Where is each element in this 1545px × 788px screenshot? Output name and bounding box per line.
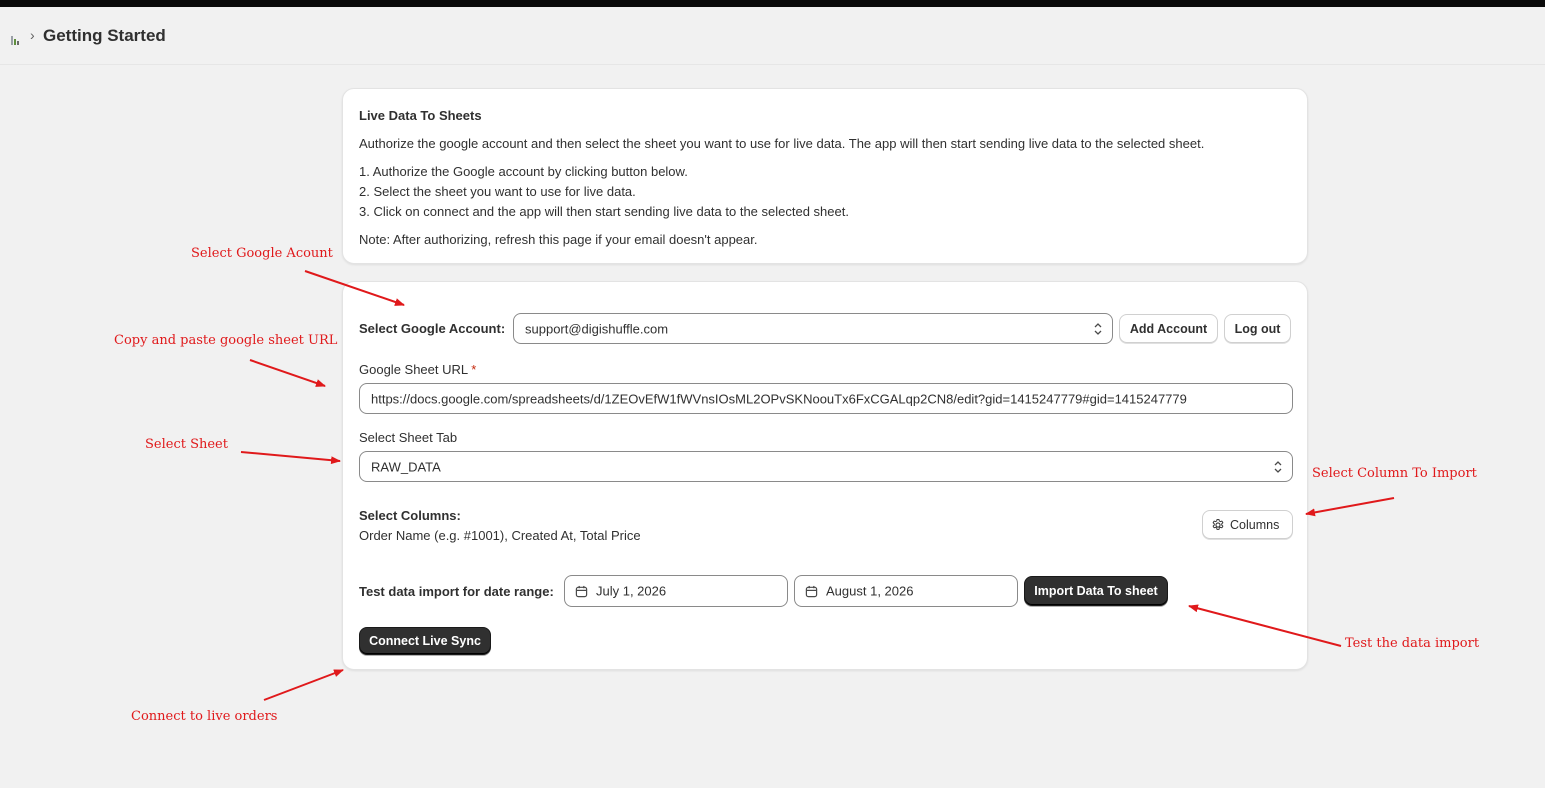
start-date-input[interactable]: July 1, 2026 <box>564 575 788 607</box>
logout-button-label: Log out <box>1234 321 1281 336</box>
sheet-url-value: https://docs.google.com/spreadsheets/d/1… <box>371 391 1187 406</box>
sheet-url-label: Google Sheet URL * <box>359 362 476 377</box>
info-step-3: 3. Click on connect and the app will the… <box>359 204 849 219</box>
info-description: Authorize the google account and then se… <box>359 136 1205 151</box>
page-header: › Getting Started <box>0 7 1545 65</box>
connect-live-sync-button-label: Connect Live Sync <box>369 634 481 648</box>
end-date-input[interactable]: August 1, 2026 <box>794 575 1018 607</box>
connect-live-sync-button[interactable]: Connect Live Sync <box>359 627 491 655</box>
annotation-select-column: Select Column To Import <box>1312 466 1477 481</box>
account-label: Select Google Account: <box>359 321 506 336</box>
arrow-connect-live <box>263 669 344 701</box>
account-select-value: support@digishuffle.com <box>525 321 669 336</box>
info-step-1: 1. Authorize the Google account by click… <box>359 164 688 179</box>
select-chevron-icon <box>1274 460 1282 473</box>
annotation-copy-url: Copy and paste google sheet URL <box>114 333 338 348</box>
app-logo-icon[interactable] <box>10 33 20 45</box>
account-select[interactable]: support@digishuffle.com <box>513 313 1113 344</box>
top-bar <box>0 0 1545 7</box>
arrow-select-column <box>1305 497 1395 517</box>
add-account-button-label: Add Account <box>1129 321 1208 336</box>
import-data-button[interactable]: Import Data To sheet <box>1024 576 1168 606</box>
annotation-test-import: Test the data import <box>1345 636 1480 651</box>
date-range-label: Test data import for date range: <box>359 584 554 599</box>
logout-button[interactable]: Log out <box>1224 314 1291 343</box>
settings-card: Select Google Account: support@digishuff… <box>342 281 1308 670</box>
columns-button-label: Columns <box>1230 517 1280 532</box>
info-card: Live Data To Sheets Authorize the google… <box>342 88 1308 264</box>
calendar-icon <box>805 585 818 598</box>
start-date-value: July 1, 2026 <box>596 583 667 599</box>
sheet-tab-value: RAW_DATA <box>371 459 441 474</box>
required-marker: * <box>471 362 477 377</box>
calendar-icon <box>575 585 588 598</box>
gear-icon <box>1212 518 1224 530</box>
import-data-button-label: Import Data To sheet <box>1034 584 1158 598</box>
arrow-select-sheet <box>240 451 341 465</box>
annotation-connect-live: Connect to live orders <box>131 709 278 724</box>
columns-label: Select Columns: <box>359 508 461 523</box>
sheet-tab-select[interactable]: RAW_DATA <box>359 451 1293 482</box>
page-title: Getting Started <box>43 26 166 45</box>
columns-value: Order Name (e.g. #1001), Created At, Tot… <box>359 528 641 543</box>
info-note: Note: After authorizing, refresh this pa… <box>359 232 758 247</box>
info-heading: Live Data To Sheets <box>359 108 482 123</box>
sheet-url-label-text: Google Sheet URL <box>359 362 468 377</box>
annotation-select-sheet: Select Sheet <box>145 437 228 452</box>
info-step-2: 2. Select the sheet you want to use for … <box>359 184 636 199</box>
end-date-value: August 1, 2026 <box>826 583 914 599</box>
sheet-url-input[interactable]: https://docs.google.com/spreadsheets/d/1… <box>359 383 1293 414</box>
arrow-copy-url <box>249 359 326 387</box>
breadcrumb-separator: › <box>30 27 35 43</box>
columns-button[interactable]: Columns <box>1202 510 1293 539</box>
add-account-button[interactable]: Add Account <box>1119 314 1218 343</box>
sheet-tab-label: Select Sheet Tab <box>359 430 458 445</box>
annotation-select-account: Select Google Acount <box>191 246 333 261</box>
select-chevron-icon <box>1094 322 1102 335</box>
